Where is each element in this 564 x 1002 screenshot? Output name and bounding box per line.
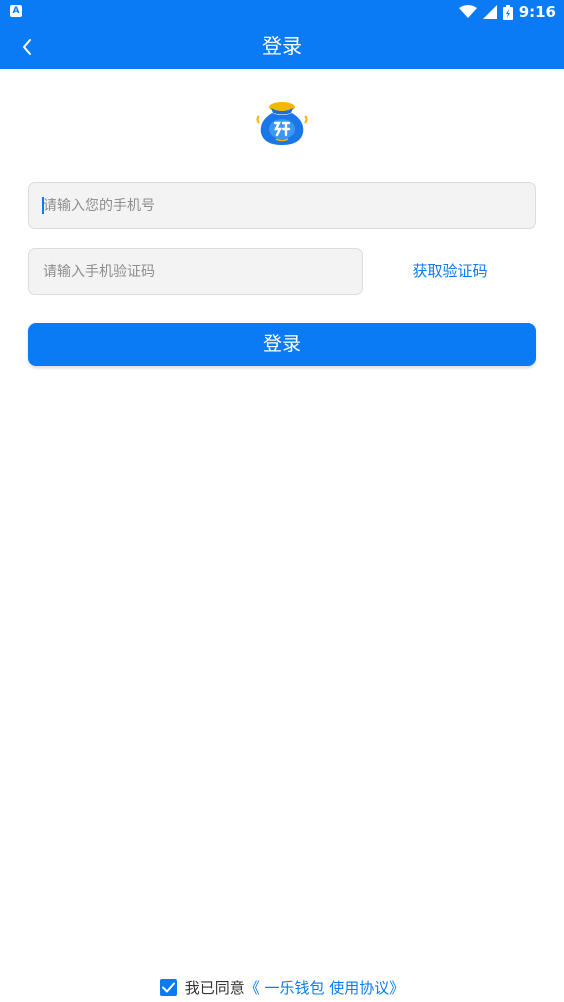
money-bag-logo-icon bbox=[256, 102, 308, 145]
agreement-prefix: 我已同意 bbox=[184, 978, 245, 997]
status-bar: A 9:16 bbox=[0, 0, 564, 24]
battery-icon bbox=[502, 4, 513, 20]
login-button[interactable]: 登录 bbox=[28, 323, 536, 366]
cellular-signal-icon bbox=[482, 5, 497, 19]
status-time: 9:16 bbox=[518, 3, 556, 21]
chevron-left-icon bbox=[23, 39, 31, 55]
terms-link[interactable]: 《 一乐钱包 使用协议》 bbox=[245, 977, 405, 998]
app-logo bbox=[255, 99, 309, 147]
wifi-icon bbox=[458, 5, 477, 18]
notification-icon: A bbox=[10, 5, 22, 17]
phone-field[interactable] bbox=[28, 182, 536, 229]
back-button[interactable] bbox=[10, 30, 44, 64]
verification-code-field[interactable] bbox=[28, 248, 363, 295]
status-indicators: 9:16 bbox=[458, 0, 556, 24]
app-bar: 登录 bbox=[0, 24, 564, 69]
agreement-row: 我已同意 《 一乐钱包 使用协议》 bbox=[0, 976, 564, 998]
phone-input[interactable] bbox=[29, 183, 535, 228]
text-cursor bbox=[42, 197, 44, 214]
agreement-checkbox[interactable] bbox=[159, 978, 177, 996]
page-title: 登录 bbox=[262, 34, 302, 58]
get-code-button[interactable]: 获取验证码 bbox=[388, 248, 512, 295]
checkmark-icon bbox=[161, 982, 175, 992]
verification-code-input[interactable] bbox=[29, 249, 362, 294]
